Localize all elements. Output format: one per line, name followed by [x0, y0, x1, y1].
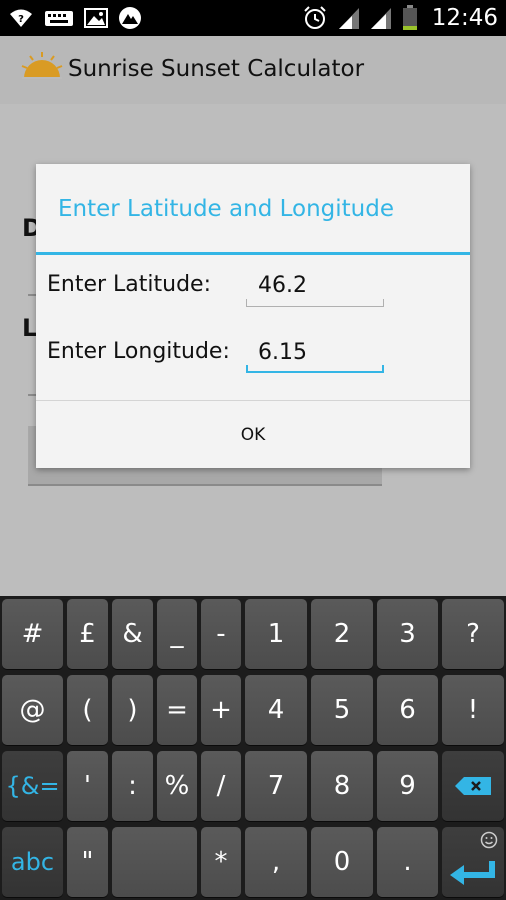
backspace-icon [455, 777, 491, 795]
key[interactable]: ? [442, 599, 504, 669]
wifi-icon: ? [10, 9, 32, 27]
keyboard: # £ & _ - 1 2 3 ? @ ( ) = + 4 5 6 ! {&= … [0, 596, 506, 900]
lat-lon-dialog: Enter Latitude and Longitude Enter Latit… [36, 164, 470, 468]
dialog-title-divider [36, 252, 470, 255]
abc-toggle-key[interactable]: abc [2, 827, 63, 897]
longitude-underline [246, 365, 384, 373]
key[interactable]: , [245, 827, 307, 897]
key[interactable]: % [157, 751, 197, 821]
signal-icon [370, 8, 391, 29]
key[interactable]: : [112, 751, 153, 821]
key[interactable]: ( [67, 675, 108, 745]
key[interactable]: ) [112, 675, 153, 745]
longitude-label: Enter Longitude: [47, 339, 230, 364]
latitude-underline [246, 299, 384, 307]
key[interactable]: 9 [377, 751, 438, 821]
key[interactable]: & [112, 599, 153, 669]
key[interactable]: £ [67, 599, 108, 669]
key[interactable]: 7 [245, 751, 307, 821]
key[interactable]: 1 [245, 599, 307, 669]
alarm-icon [303, 6, 326, 29]
key[interactable]: 6 [377, 675, 438, 745]
space-key[interactable] [112, 827, 197, 897]
app-icon [119, 7, 141, 29]
emoji-icon [480, 831, 498, 849]
key[interactable]: = [157, 675, 197, 745]
key[interactable]: 5 [311, 675, 373, 745]
battery-icon [402, 5, 417, 30]
key[interactable]: " [67, 827, 108, 897]
backspace-key[interactable] [442, 751, 504, 821]
latitude-label: Enter Latitude: [47, 272, 212, 297]
key[interactable]: - [201, 599, 241, 669]
key[interactable]: 2 [311, 599, 373, 669]
dialog-title: Enter Latitude and Longitude [58, 196, 394, 222]
key[interactable]: ' [67, 751, 108, 821]
key[interactable]: 4 [245, 675, 307, 745]
key[interactable]: @ [2, 675, 63, 745]
enter-icon [450, 861, 495, 885]
svg-text:?: ? [18, 14, 24, 25]
ok-button[interactable]: OK [36, 401, 470, 468]
gallery-icon [84, 8, 108, 28]
status-time: 12:46 [431, 5, 498, 31]
key[interactable]: / [201, 751, 241, 821]
key[interactable]: . [377, 827, 438, 897]
keyboard-icon [45, 11, 73, 26]
key[interactable]: * [201, 827, 241, 897]
key[interactable]: 8 [311, 751, 373, 821]
status-bar: ? 12:46 [0, 0, 506, 36]
key[interactable]: ! [442, 675, 504, 745]
app-title: Sunrise Sunset Calculator [68, 56, 365, 82]
background-label-fragment: L [22, 314, 36, 342]
enter-key[interactable] [442, 827, 504, 897]
background-field-fragment [28, 394, 36, 396]
sun-icon [21, 52, 63, 79]
signal-icon [338, 8, 359, 29]
background-label-fragment: D [22, 214, 36, 242]
key[interactable]: 0 [311, 827, 373, 897]
background-field-fragment [28, 294, 36, 296]
key[interactable]: + [201, 675, 241, 745]
key[interactable]: 3 [377, 599, 438, 669]
key[interactable]: _ [157, 599, 197, 669]
symbols-toggle-key[interactable]: {&= [2, 751, 63, 821]
key[interactable]: # [2, 599, 63, 669]
action-bar: Sunrise Sunset Calculator [0, 36, 506, 104]
